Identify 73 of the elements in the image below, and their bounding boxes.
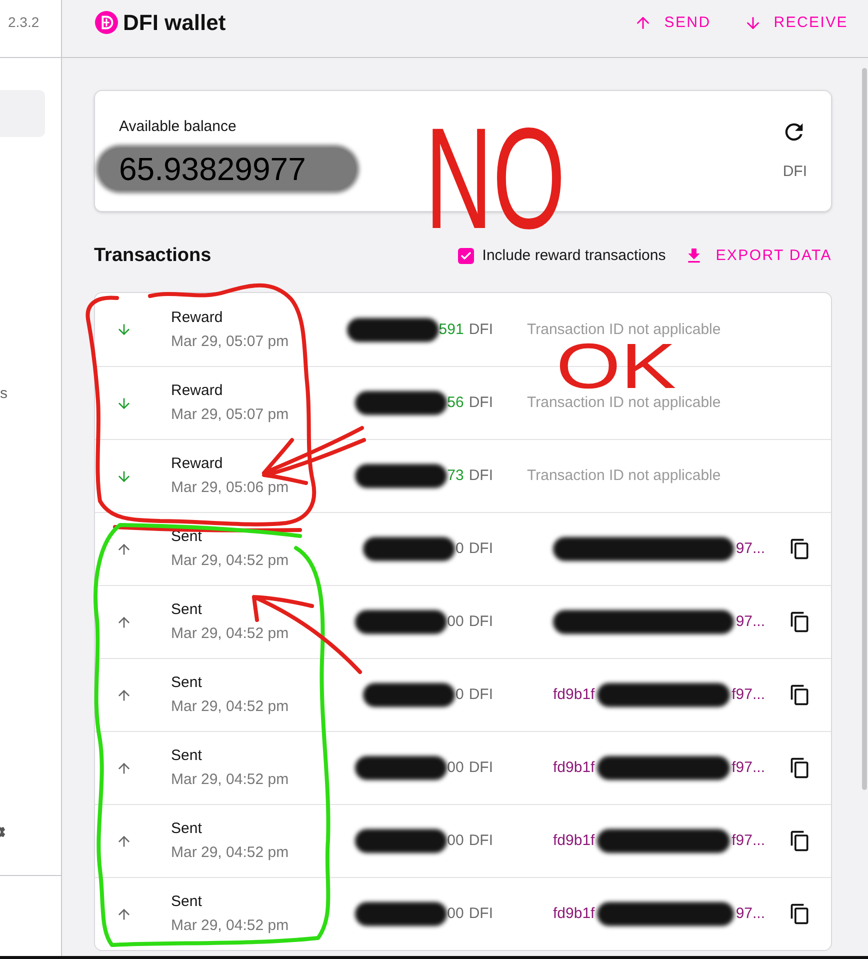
balance-amount: 65.93829977 xyxy=(99,148,356,190)
transaction-amount: 591 xyxy=(438,320,464,338)
page-title: DFI wallet xyxy=(123,9,226,37)
amount-unit: DFI xyxy=(468,540,493,558)
copy-icon[interactable] xyxy=(789,830,811,852)
copy-icon[interactable] xyxy=(789,903,811,925)
balance-unit: DFI xyxy=(782,162,807,182)
transaction-amount: 00 xyxy=(447,832,464,850)
copy-icon[interactable] xyxy=(789,757,811,779)
copy-icon[interactable] xyxy=(789,538,811,560)
transaction-amount: 00 xyxy=(447,905,464,923)
arrow-down-icon xyxy=(116,321,132,338)
receive-button[interactable]: RECEIVE xyxy=(744,12,848,34)
transaction-amount: 0 xyxy=(455,540,464,558)
transaction-date: Mar 29, 04:52 pm xyxy=(171,843,290,863)
transaction-date: Mar 29, 05:07 pm xyxy=(171,405,290,425)
transaction-id: 97... xyxy=(736,613,765,631)
amount-unit: DFI xyxy=(468,832,493,850)
amount-unit: DFI xyxy=(468,320,493,338)
transaction-type: Sent xyxy=(171,746,203,766)
transaction-id: fd9b1f xyxy=(553,905,595,923)
transaction-id: fd9b1f xyxy=(553,686,595,704)
transaction-id: fd9b1f xyxy=(553,759,595,777)
amount-unit: DFI xyxy=(468,467,493,485)
transaction-id: f97... xyxy=(732,759,765,777)
transaction-type: Reward xyxy=(171,308,224,328)
transaction-date: Mar 29, 04:52 pm xyxy=(171,551,290,571)
transaction-id: f97... xyxy=(732,686,765,704)
nav-item[interactable]: s xyxy=(0,371,45,418)
transaction-type: Sent xyxy=(171,673,203,693)
transaction-type: Reward xyxy=(171,454,224,474)
scrollbar-thumb[interactable] xyxy=(862,68,867,790)
amount-unit: DFI xyxy=(468,394,493,412)
transaction-id: f97... xyxy=(732,832,765,850)
send-button[interactable]: SEND xyxy=(634,12,711,34)
transaction-date: Mar 29, 05:06 pm xyxy=(171,478,290,498)
transaction-date: Mar 29, 04:52 pm xyxy=(171,916,290,936)
transaction-type: Sent xyxy=(171,527,203,547)
export-button[interactable]: EXPORT DATA xyxy=(684,244,832,268)
transaction-id: fd9b1f xyxy=(553,832,595,850)
amount-unit: DFI xyxy=(468,613,493,631)
transaction-type: Sent xyxy=(171,819,203,839)
amount-unit: DFI xyxy=(468,905,493,923)
balance-label: Available balance xyxy=(119,118,238,136)
transaction-id-note: Transaction ID not applicable xyxy=(527,320,721,338)
transaction-id-note: Transaction ID not applicable xyxy=(527,394,721,412)
transaction-type: Sent xyxy=(171,600,203,620)
copy-icon[interactable] xyxy=(789,684,811,706)
transaction-type: Reward xyxy=(171,381,224,401)
transaction-amount: 0 xyxy=(455,686,464,704)
amount-unit: DFI xyxy=(468,686,493,704)
checkbox[interactable] xyxy=(458,248,474,264)
amount-unit: DFI xyxy=(468,759,493,777)
transaction-id: 97... xyxy=(736,905,765,923)
transaction-amount: 73 xyxy=(447,467,464,485)
checkbox-label: Include reward transactions xyxy=(482,246,666,266)
transaction-date: Mar 29, 04:52 pm xyxy=(171,770,290,790)
transaction-amount: 56 xyxy=(447,394,464,412)
section-title: Transactions xyxy=(94,244,212,268)
transaction-date: Mar 29, 04:52 pm xyxy=(171,624,290,644)
transaction-amount: 00 xyxy=(447,613,464,631)
transaction-date: Mar 29, 05:07 pm xyxy=(171,332,290,352)
transaction-id: 97... xyxy=(736,540,765,558)
copy-icon[interactable] xyxy=(789,611,811,633)
checkmark-icon xyxy=(460,250,472,262)
handwritten-note: OK xyxy=(556,342,676,392)
handwritten-note: NO xyxy=(425,123,566,236)
version-label: 2.3.2 xyxy=(8,14,40,30)
transaction-id-note: Transaction ID not applicable xyxy=(527,467,721,485)
logo-icon xyxy=(95,11,118,34)
transaction-amount: 00 xyxy=(447,759,464,777)
transaction-date: Mar 29, 04:52 pm xyxy=(171,697,290,717)
transaction-type: Sent xyxy=(171,892,203,912)
